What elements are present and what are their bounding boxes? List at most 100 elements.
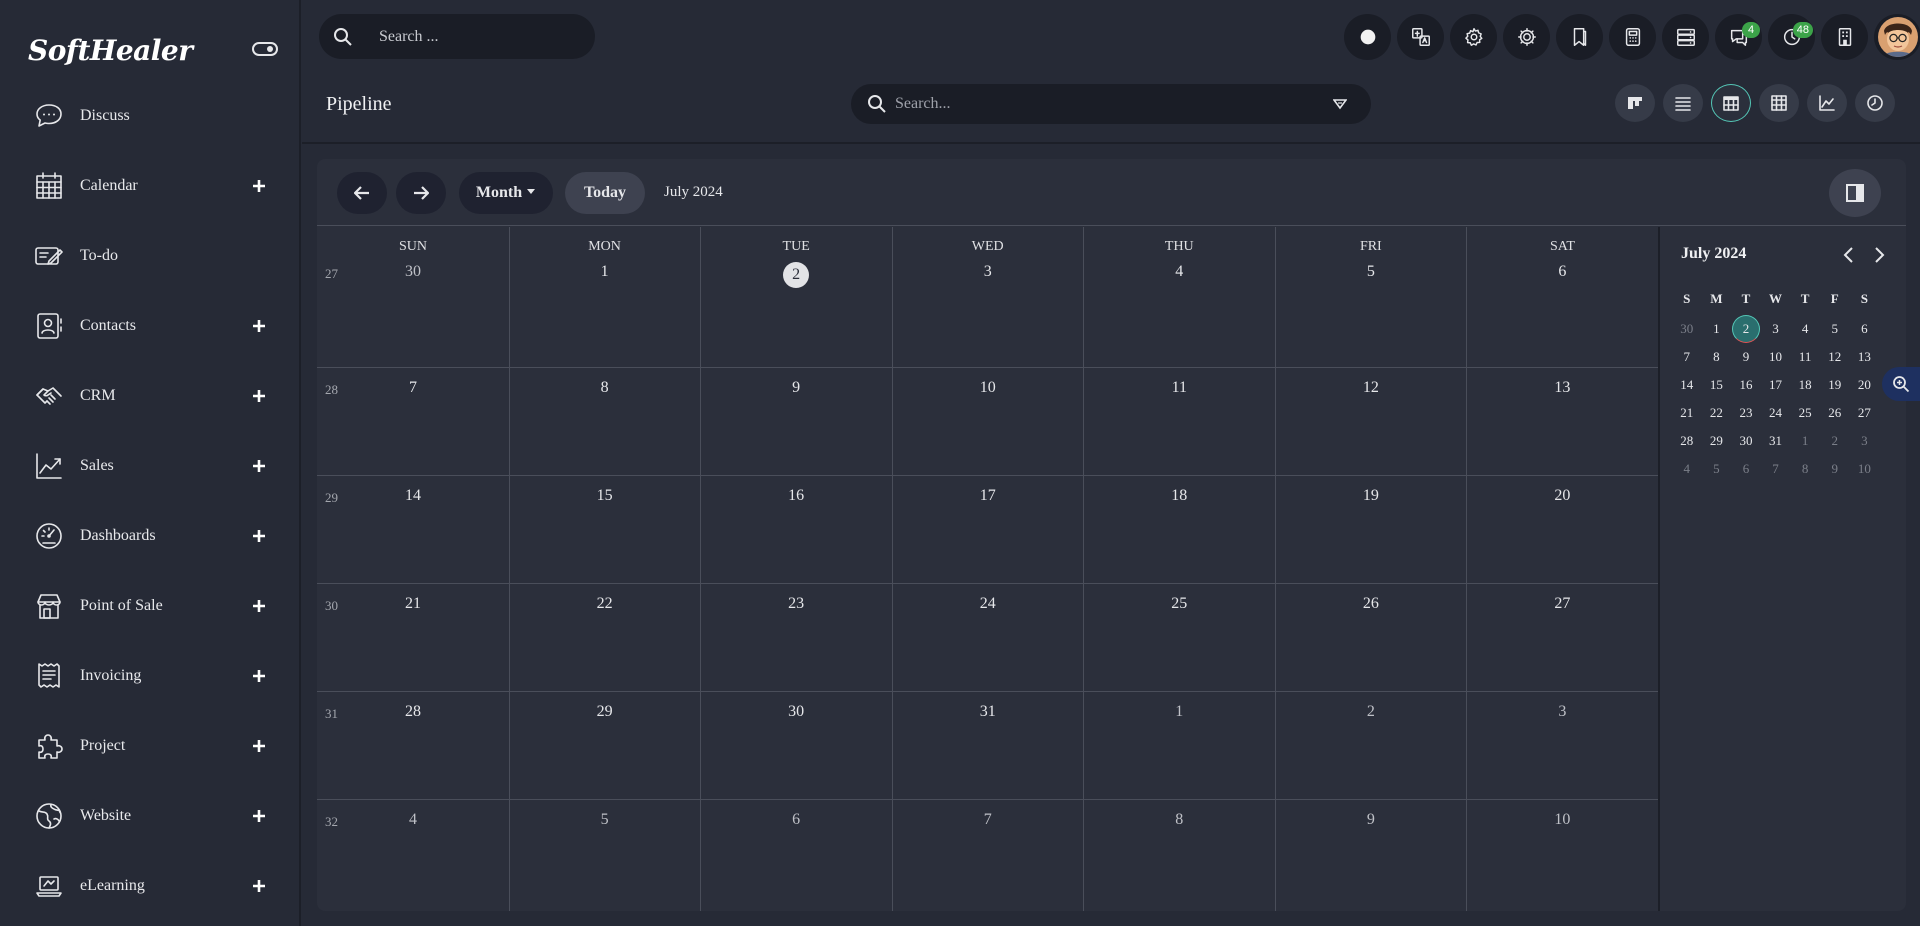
chevron-right-icon[interactable]	[1870, 245, 1888, 265]
mini-day[interactable]: 10	[1850, 461, 1880, 477]
day-cell[interactable]: 4	[1083, 263, 1275, 281]
next-period-button[interactable]	[396, 172, 446, 214]
mini-day[interactable]: 10	[1761, 349, 1791, 365]
mini-day[interactable]: 29	[1702, 433, 1732, 449]
day-cell[interactable]: 3	[1466, 703, 1658, 721]
day-cell[interactable]: 1	[509, 263, 701, 281]
mini-day[interactable]: 7	[1672, 349, 1702, 365]
pipeline-search-box[interactable]	[851, 84, 1371, 124]
prev-period-button[interactable]	[337, 172, 387, 214]
sidebar-item-dashboards[interactable]: Dashboards	[0, 501, 301, 571]
mini-day[interactable]: 9	[1820, 461, 1850, 477]
day-cell[interactable]: 12	[1275, 379, 1467, 397]
sidebar-item-contacts[interactable]: Contacts	[0, 291, 301, 361]
day-cell[interactable]: 17	[892, 487, 1084, 505]
day-cell[interactable]: 6	[700, 811, 892, 829]
pipeline-search-input[interactable]	[895, 95, 1315, 113]
day-cell[interactable]: 18	[1083, 487, 1275, 505]
day-cell[interactable]: 31	[892, 703, 1084, 721]
day-cell[interactable]: 8	[509, 379, 701, 397]
app-logo[interactable]: SoftHealer	[28, 34, 193, 67]
day-cell[interactable]: 5	[509, 811, 701, 829]
plus-icon[interactable]	[250, 597, 268, 615]
plus-icon[interactable]	[250, 527, 268, 545]
day-cell[interactable]: 8	[1083, 811, 1275, 829]
mini-day[interactable]: 1	[1790, 433, 1820, 449]
plus-icon[interactable]	[250, 737, 268, 755]
activity-view-button[interactable]	[1855, 84, 1895, 122]
messages-button[interactable]: 4	[1715, 14, 1762, 60]
plus-icon[interactable]	[250, 387, 268, 405]
zoom-tab-button[interactable]	[1882, 367, 1920, 401]
day-cell[interactable]: 11	[1083, 379, 1275, 397]
mini-day[interactable]: 6	[1850, 321, 1880, 337]
mini-day[interactable]: 27	[1850, 405, 1880, 421]
status-dot-button[interactable]	[1344, 14, 1391, 60]
activity-clock-button[interactable]: 48	[1768, 14, 1815, 60]
day-cell[interactable]: 24	[892, 595, 1084, 613]
day-cell[interactable]: 5	[1275, 263, 1467, 281]
today-button[interactable]: Today	[565, 172, 645, 214]
mini-day[interactable]: 15	[1702, 377, 1732, 393]
day-cell[interactable]: 28	[317, 703, 509, 721]
day-cell[interactable]: 7	[892, 811, 1084, 829]
plus-icon[interactable]	[250, 877, 268, 895]
mini-day[interactable]: 9	[1731, 349, 1761, 365]
bookmark-button[interactable]	[1556, 14, 1603, 60]
mini-day-today[interactable]: 2	[1731, 315, 1761, 343]
day-cell[interactable]: 25	[1083, 595, 1275, 613]
mini-day[interactable]: 22	[1702, 405, 1732, 421]
sidebar-item-invoicing[interactable]: Invoicing	[0, 641, 301, 711]
day-cell[interactable]: 13	[1466, 379, 1658, 397]
plus-icon[interactable]	[250, 317, 268, 335]
mini-day[interactable]: 7	[1761, 461, 1791, 477]
mini-day[interactable]: 21	[1672, 405, 1702, 421]
day-cell[interactable]: 4	[317, 811, 509, 829]
mini-day[interactable]: 16	[1731, 377, 1761, 393]
mini-day[interactable]: 23	[1731, 405, 1761, 421]
day-cell[interactable]: 6	[1466, 263, 1658, 281]
sidebar-item-crm[interactable]: CRM	[0, 361, 301, 431]
calendar-view-button[interactable]	[1711, 84, 1751, 122]
user-menu-button[interactable]	[1874, 14, 1920, 60]
day-cell[interactable]: 9	[700, 379, 892, 397]
day-cell[interactable]: 10	[892, 379, 1084, 397]
day-cell[interactable]: 14	[317, 487, 509, 505]
mini-day[interactable]: 4	[1790, 321, 1820, 337]
mini-day[interactable]: 18	[1790, 377, 1820, 393]
sidebar-toggle-icon[interactable]	[252, 40, 278, 58]
chevron-left-icon[interactable]	[1840, 245, 1858, 265]
day-cell[interactable]: 7	[317, 379, 509, 397]
mini-day[interactable]: 20	[1850, 377, 1880, 393]
day-cell[interactable]: 15	[509, 487, 701, 505]
day-cell[interactable]: 26	[1275, 595, 1467, 613]
sidebar-item-to-do[interactable]: To-do	[0, 221, 301, 291]
global-search-input[interactable]	[379, 27, 569, 46]
mini-day[interactable]: 30	[1731, 433, 1761, 449]
company-building-button[interactable]	[1821, 14, 1868, 60]
mini-day[interactable]: 28	[1672, 433, 1702, 449]
mini-day[interactable]: 14	[1672, 377, 1702, 393]
day-cell[interactable]: 22	[509, 595, 701, 613]
mini-day[interactable]: 3	[1850, 433, 1880, 449]
sidebar-item-elearning[interactable]: eLearning	[0, 851, 301, 921]
mini-day[interactable]: 3	[1761, 321, 1791, 337]
mini-day[interactable]: 6	[1731, 461, 1761, 477]
sidebar-item-website[interactable]: Website	[0, 781, 301, 851]
plus-icon[interactable]	[250, 807, 268, 825]
mini-day[interactable]: 17	[1761, 377, 1791, 393]
mini-day[interactable]: 4	[1672, 461, 1702, 477]
day-cell[interactable]: 20	[1466, 487, 1658, 505]
day-cell[interactable]: 30	[317, 263, 509, 281]
day-cell[interactable]: 2	[700, 262, 892, 288]
mini-day[interactable]: 26	[1820, 405, 1850, 421]
sidebar-item-calendar[interactable]: Calendar	[0, 151, 301, 221]
list-view-button[interactable]	[1663, 84, 1703, 122]
mini-day[interactable]: 25	[1790, 405, 1820, 421]
day-cell[interactable]: 10	[1466, 811, 1658, 829]
mini-day[interactable]: 8	[1790, 461, 1820, 477]
sidebar-item-point-of-sale[interactable]: Point of Sale	[0, 571, 301, 641]
debug-gear-button[interactable]	[1503, 14, 1550, 60]
mini-day[interactable]: 12	[1820, 349, 1850, 365]
day-cell[interactable]: 2	[1275, 703, 1467, 721]
